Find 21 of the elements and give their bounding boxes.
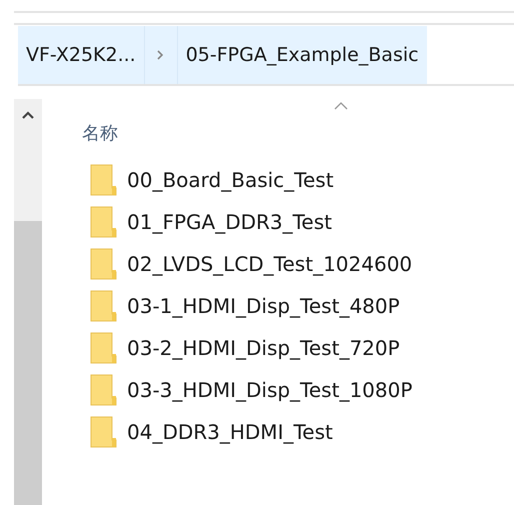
chevron-icon	[157, 50, 164, 60]
folder-icon	[90, 290, 117, 322]
folder-name[interactable]: 00_Board_Basic_Test	[127, 168, 334, 192]
folder-icon	[90, 206, 117, 238]
folder-icon	[90, 332, 117, 364]
folder-name[interactable]: 04_DDR3_HDMI_Test	[127, 420, 333, 444]
folder-name[interactable]: 01_FPGA_DDR3_Test	[127, 210, 332, 234]
folder-icon	[90, 416, 117, 448]
scroll-up-icon[interactable]	[22, 111, 34, 119]
column-header[interactable]: 名称	[82, 121, 118, 145]
breadcrumb-item[interactable]: VF-X25K2...	[18, 26, 144, 84]
folder-icon	[90, 374, 117, 406]
chevron-button[interactable]	[144, 26, 178, 84]
scrollbar-thumb[interactable]	[14, 221, 42, 505]
folder-name[interactable]: 03-3_HDMI_Disp_Test_1080P	[127, 378, 412, 402]
folder-name[interactable]: 03-1_HDMI_Disp_Test_480P	[127, 294, 400, 318]
folder-icon	[90, 248, 117, 280]
folder-icon	[90, 164, 117, 196]
folder-name[interactable]: 02_LVDS_LCD_Test_1024600	[127, 252, 412, 276]
folder-name[interactable]: 03-2_HDMI_Disp_Test_720P	[127, 336, 400, 360]
breadcrumb-item[interactable]: 05-FPGA_Example_Basic	[178, 26, 427, 84]
